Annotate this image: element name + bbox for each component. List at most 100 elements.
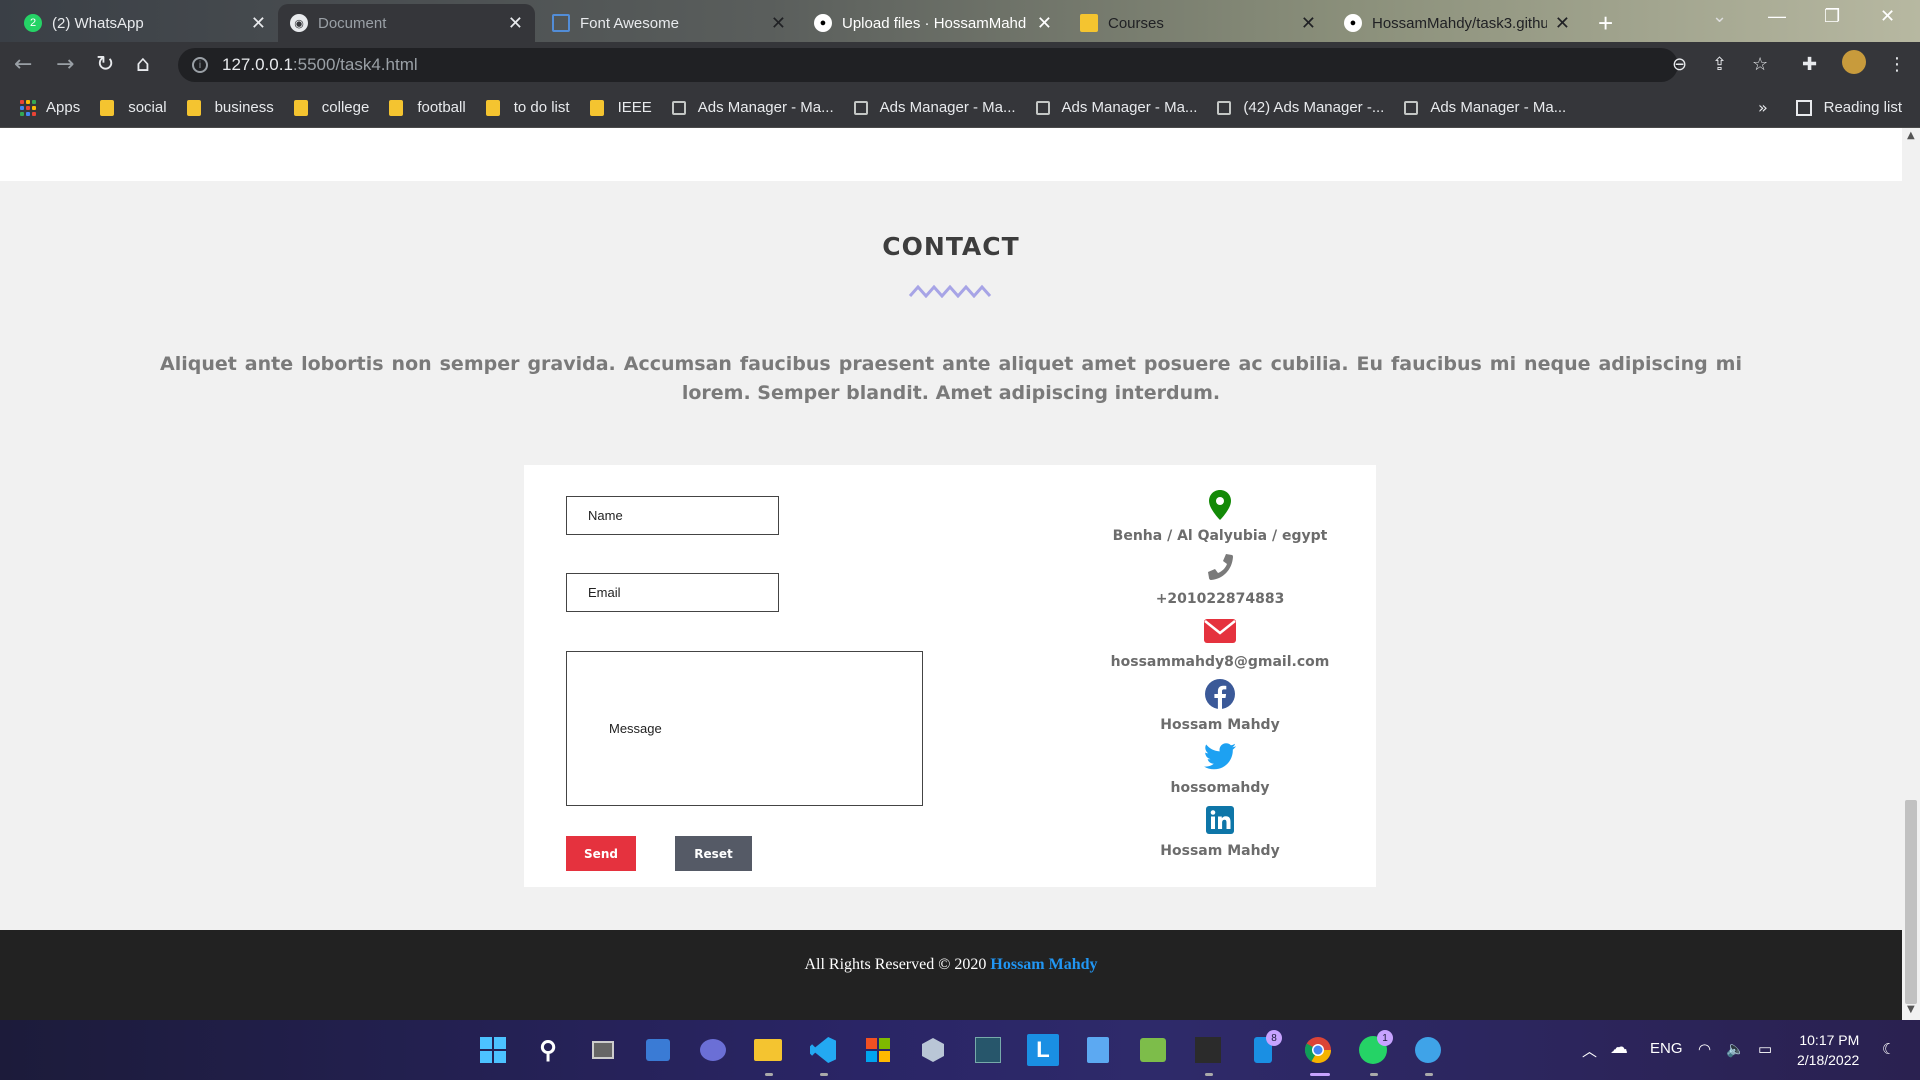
classroom-icon	[1080, 14, 1098, 32]
bookmarks-overflow-button[interactable]: »	[1758, 98, 1768, 117]
folder-icon	[100, 99, 115, 116]
vscode-icon[interactable]	[807, 1034, 839, 1066]
l-app-icon[interactable]: L	[1027, 1034, 1059, 1066]
bookmark-ads-manager-1[interactable]: Ads Manager - Ma...	[671, 99, 834, 116]
notifications-moon-icon[interactable]: ☾	[1882, 1040, 1895, 1058]
info-address: Benha / Al Qalyubia / egypt	[1070, 489, 1370, 544]
equalizer-app-icon[interactable]	[1192, 1034, 1224, 1066]
tab-courses[interactable]: Courses ✕	[1068, 4, 1328, 42]
start-icon[interactable]	[477, 1034, 509, 1066]
info-phone: +201022874883	[1070, 552, 1370, 607]
email-input[interactable]: Email	[566, 573, 779, 612]
tab-upload-files[interactable]: ● Upload files · HossamMahd ✕	[802, 4, 1064, 42]
bookmark-folder-social[interactable]: social	[100, 99, 167, 116]
bookmark-folder-ieee[interactable]: IEEE	[589, 99, 652, 116]
back-icon[interactable]: ←	[14, 52, 32, 77]
minimize-icon[interactable]: —	[1768, 6, 1786, 27]
bookmark-folder-football[interactable]: football	[389, 99, 466, 116]
volume-icon[interactable]: 🔈	[1726, 1040, 1745, 1058]
3d-box-icon[interactable]	[917, 1034, 949, 1066]
menu-icon[interactable]: ⋮	[1888, 54, 1906, 75]
mysql-workbench-icon[interactable]	[972, 1034, 1004, 1066]
bookmark-ads-manager-5[interactable]: Ads Manager - Ma...	[1404, 99, 1566, 116]
facebook-icon	[1204, 678, 1236, 710]
restore-icon[interactable]: ❐	[1824, 6, 1840, 27]
close-window-icon[interactable]: ✕	[1880, 6, 1895, 27]
address-bar[interactable]: i 127.0.0.1:5500/task4.html	[178, 48, 1678, 82]
photos-icon[interactable]	[1137, 1034, 1169, 1066]
address-text: Benha / Al Qalyubia / egypt	[1112, 528, 1328, 544]
search-icon[interactable]: ⚲	[532, 1034, 564, 1066]
previous-section	[0, 128, 1902, 181]
close-icon[interactable]: ✕	[1555, 13, 1570, 34]
tab-label: Courses	[1108, 14, 1164, 32]
whatsapp-icon: 2	[24, 14, 42, 32]
bookmark-star-icon[interactable]: ☆	[1752, 54, 1768, 75]
tab-font-awesome[interactable]: Font Awesome ✕	[540, 4, 798, 42]
extensions-icon[interactable]: ✚	[1802, 54, 1817, 75]
notification-badge: 8	[1266, 1030, 1282, 1046]
reset-button[interactable]: Reset	[675, 836, 752, 871]
contact-title: CONTACT	[882, 232, 1020, 261]
home-icon[interactable]: ⌂	[136, 52, 150, 77]
footer-author-link[interactable]: Hossam Mahdy	[990, 956, 1097, 973]
onedrive-cloud-icon[interactable]: ☁	[1610, 1037, 1628, 1058]
tab-task3-github[interactable]: ● HossamMahdy/task3.githul ✕	[1332, 4, 1582, 42]
wifi-icon[interactable]: ◠	[1698, 1040, 1711, 1058]
close-icon[interactable]: ✕	[1037, 13, 1052, 34]
reload-icon[interactable]: ↻	[96, 52, 114, 77]
bookmark-ads-manager-4[interactable]: (42) Ads Manager -...	[1217, 99, 1384, 116]
page-scrollbar[interactable]: ▲ ▼	[1902, 128, 1920, 1020]
tab-label: Document	[318, 14, 387, 32]
running-indicator	[1205, 1073, 1213, 1076]
profile-avatar[interactable]	[1842, 50, 1866, 74]
ms-store-icon[interactable]	[862, 1034, 894, 1066]
tab-document[interactable]: ◉ Document ✕	[278, 4, 535, 42]
tab-whatsapp[interactable]: 2 (2) WhatsApp ✕	[12, 4, 278, 42]
system-clock[interactable]: 10:17 PM 2/18/2022	[1797, 1030, 1859, 1070]
running-indicator	[820, 1073, 828, 1076]
close-icon[interactable]: ✕	[251, 13, 266, 34]
bookmark-ads-manager-2[interactable]: Ads Manager - Ma...	[853, 99, 1016, 116]
close-icon[interactable]: ✕	[1301, 13, 1316, 34]
zoom-icon[interactable]: ⊖	[1672, 54, 1687, 75]
tab-label: HossamMahdy/task3.githul	[1372, 14, 1547, 32]
bookmark-label: business	[214, 99, 274, 116]
bookmark-apps[interactable]: Apps	[20, 99, 80, 116]
notepad-icon[interactable]	[1082, 1034, 1114, 1066]
reading-list-button[interactable]: Reading list	[1795, 99, 1902, 116]
scroll-up-icon[interactable]: ▲	[1907, 130, 1915, 141]
bookmark-folder-todo[interactable]: to do list	[485, 99, 570, 116]
file-explorer-icon[interactable]	[752, 1034, 784, 1066]
site-info-icon[interactable]: i	[192, 57, 208, 73]
bookmark-label: Ads Manager - Ma...	[879, 99, 1016, 116]
message-textarea[interactable]: Message	[566, 651, 923, 806]
forward-icon[interactable]: →	[56, 52, 74, 77]
name-input[interactable]: Name	[566, 496, 779, 535]
windows-update-icon[interactable]	[1412, 1034, 1444, 1066]
task-view-icon[interactable]	[587, 1034, 619, 1066]
github-icon: ●	[814, 14, 832, 32]
widgets-icon[interactable]	[642, 1034, 674, 1066]
scroll-down-icon[interactable]: ▼	[1907, 1004, 1915, 1015]
new-tab-button[interactable]: +	[1598, 8, 1613, 39]
phone-text: +201022874883	[1155, 591, 1285, 607]
teams-chat-icon[interactable]	[697, 1034, 729, 1066]
close-icon[interactable]: ✕	[508, 13, 523, 34]
bookmark-folder-college[interactable]: college	[293, 99, 369, 116]
send-button[interactable]: Send	[566, 836, 636, 871]
bookmark-folder-business[interactable]: business	[186, 99, 274, 116]
battery-icon[interactable]: ▭	[1758, 1040, 1772, 1058]
scrollbar-thumb[interactable]	[1905, 800, 1917, 1004]
tab-search-icon[interactable]: ⌄	[1712, 6, 1727, 27]
chrome-icon[interactable]	[1302, 1034, 1334, 1066]
twitter-icon	[1203, 741, 1237, 773]
tab-label: Upload files · HossamMahd	[842, 14, 1027, 32]
linkedin-text: Hossam Mahdy	[1160, 843, 1280, 859]
page-viewport: CONTACT Aliquet ante lobortis non semper…	[0, 128, 1902, 1020]
share-icon[interactable]: ⇪	[1712, 54, 1727, 75]
show-hidden-icons-icon[interactable]: ︿	[1582, 1040, 1597, 1061]
language-indicator[interactable]: ENG	[1650, 1040, 1683, 1057]
bookmark-ads-manager-3[interactable]: Ads Manager - Ma...	[1035, 99, 1197, 116]
close-icon[interactable]: ✕	[771, 13, 786, 34]
